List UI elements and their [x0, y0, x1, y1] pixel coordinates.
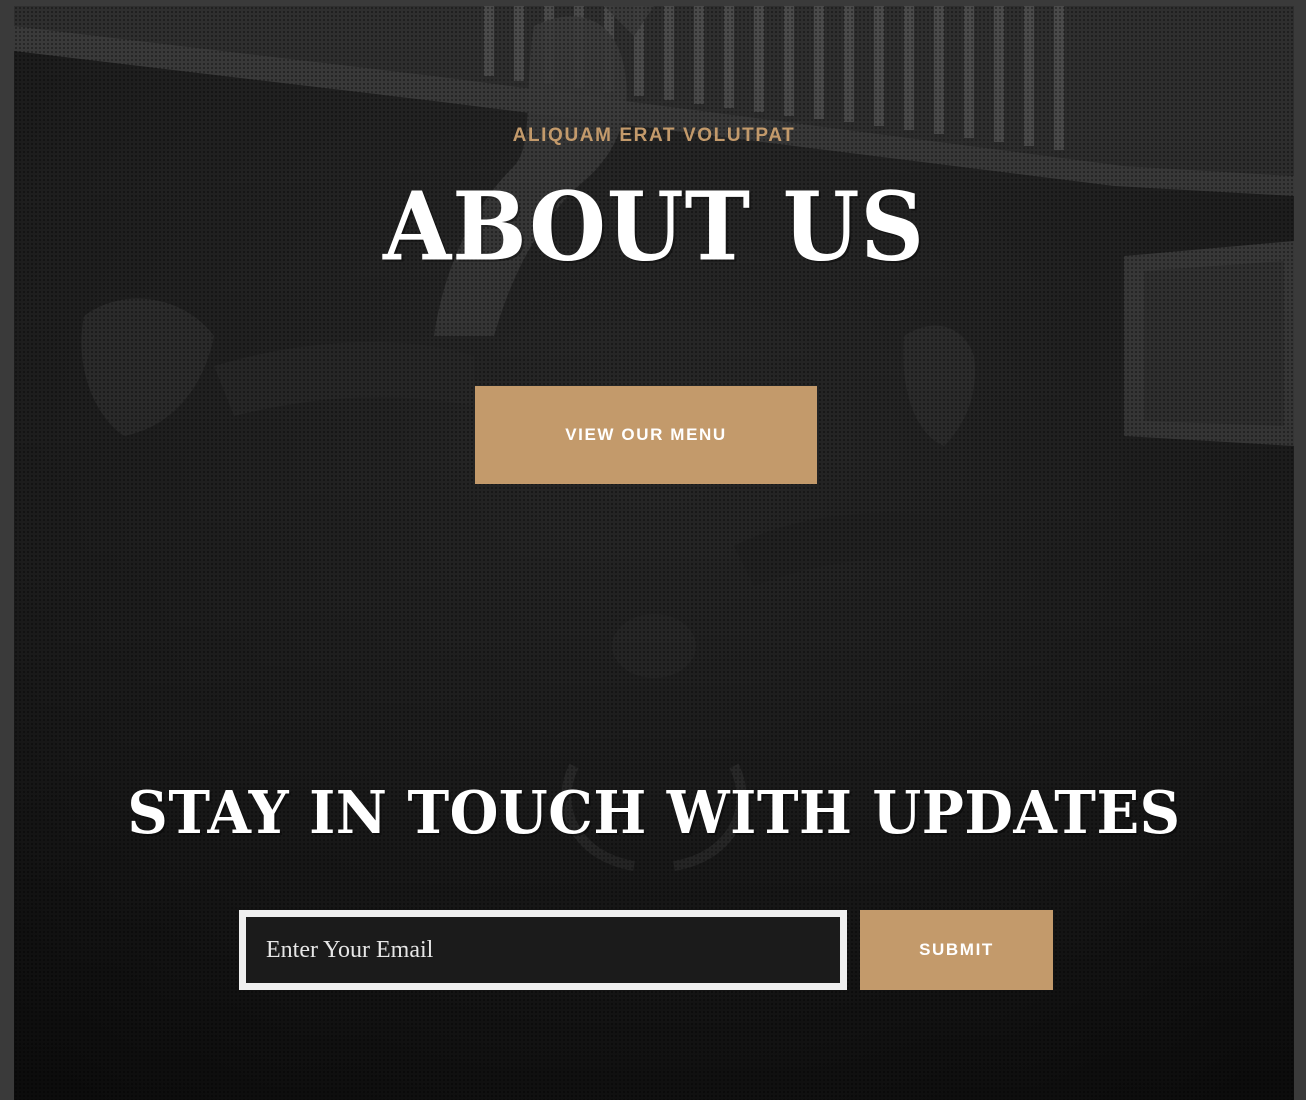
view-menu-button[interactable]: VIEW OUR MENU	[475, 386, 817, 484]
hero-section: ALIQUAM ERAT VOLUTPAT ABOUT US VIEW OUR …	[14, 6, 1294, 1100]
page-frame: ALIQUAM ERAT VOLUTPAT ABOUT US VIEW OUR …	[14, 6, 1294, 1100]
email-input[interactable]	[239, 910, 847, 990]
submit-button[interactable]: SUBMIT	[860, 910, 1053, 990]
page-title: ABOUT US	[382, 169, 926, 283]
hero-eyebrow: ALIQUAM ERAT VOLUTPAT	[512, 125, 796, 146]
newsletter-title: STAY IN TOUCH WITH UPDATES	[127, 778, 1181, 848]
